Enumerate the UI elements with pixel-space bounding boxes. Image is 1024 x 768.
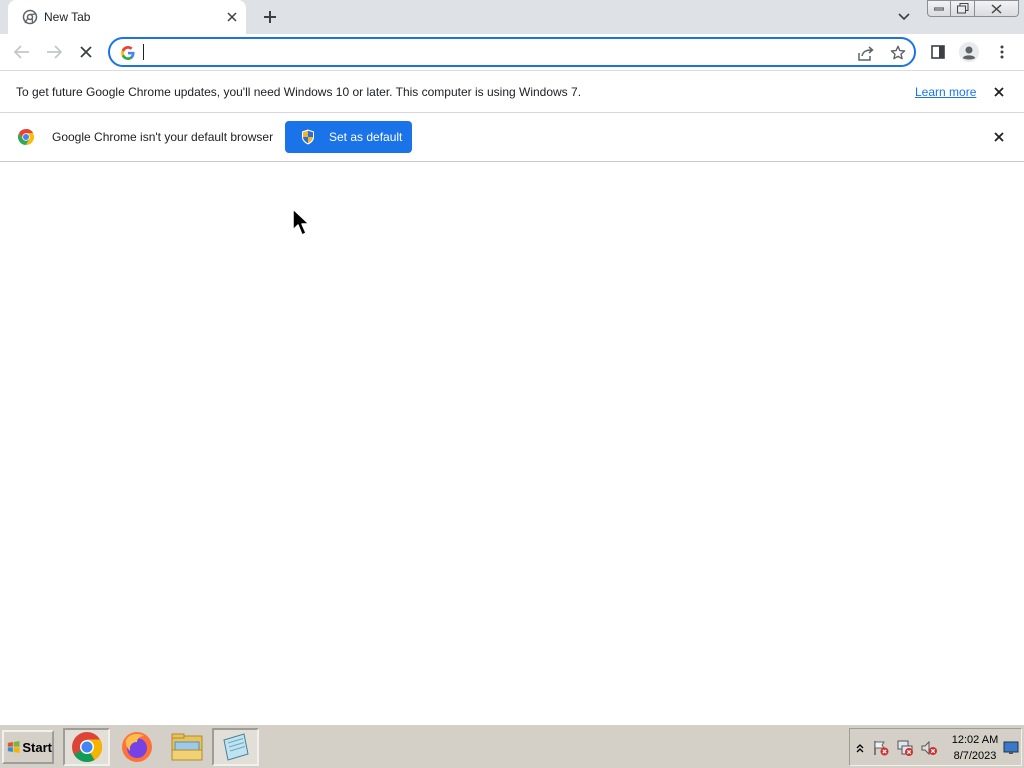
- taskbar-firefox-button[interactable]: [113, 728, 160, 766]
- show-hidden-icons-chevron-up-icon[interactable]: [851, 739, 869, 757]
- back-arrow-icon[interactable]: [10, 40, 34, 64]
- omnibox-input[interactable]: [142, 42, 842, 62]
- taskbar-explorer-button[interactable]: [163, 728, 210, 766]
- chrome-tab-favicon-icon: [22, 9, 38, 25]
- bookmark-star-icon[interactable]: [888, 43, 908, 63]
- minimize-button[interactable]: [927, 0, 951, 17]
- tab-strip: New Tab: [0, 0, 1024, 34]
- chrome-icon: [71, 732, 102, 763]
- stop-loading-icon[interactable]: [74, 40, 98, 64]
- side-panel-icon[interactable]: [926, 40, 950, 64]
- tab-new-tab[interactable]: New Tab: [8, 0, 246, 34]
- firefox-icon: [121, 732, 152, 762]
- network-icon[interactable]: [896, 739, 914, 757]
- clock-time[interactable]: 12:02 AM: [950, 734, 1000, 746]
- set-as-default-label: Set as default: [329, 130, 403, 144]
- browser-toolbar: [0, 34, 1024, 70]
- default-infobar-close-icon[interactable]: [990, 128, 1008, 146]
- tab-title: New Tab: [44, 10, 91, 24]
- default-browser-message: Google Chrome isn't your default browser: [52, 130, 274, 144]
- window-controls: [927, 0, 1019, 18]
- text-caret: [143, 44, 144, 60]
- uac-shield-icon: [302, 129, 314, 145]
- default-browser-infobar: Google Chrome isn't your default browser…: [0, 113, 1024, 162]
- start-button[interactable]: Start: [2, 730, 54, 764]
- start-label: Start: [22, 739, 52, 755]
- update-infobar: To get future Google Chrome updates, you…: [0, 70, 1024, 113]
- tab-search-chevron-down-icon[interactable]: [894, 7, 914, 27]
- window-close-button[interactable]: [975, 0, 1019, 17]
- google-g-icon: [121, 46, 135, 60]
- update-message: To get future Google Chrome updates, you…: [16, 85, 582, 99]
- file-explorer-icon: [171, 733, 202, 761]
- show-desktop-icon[interactable]: [1002, 739, 1020, 757]
- clock-date[interactable]: 8/7/2023: [950, 750, 1000, 762]
- share-icon[interactable]: [856, 43, 876, 63]
- set-as-default-button[interactable]: Set as default: [285, 121, 412, 153]
- more-menu-icon[interactable]: [990, 40, 1014, 64]
- profile-avatar-icon[interactable]: [957, 40, 981, 64]
- chrome-logo-icon: [17, 129, 35, 145]
- new-tab-plus-icon[interactable]: [258, 5, 282, 29]
- update-infobar-close-icon[interactable]: [990, 83, 1008, 101]
- restore-button[interactable]: [951, 0, 975, 17]
- address-bar[interactable]: [108, 37, 916, 67]
- forward-arrow-icon[interactable]: [42, 40, 66, 64]
- windows-flag-icon: [7, 741, 20, 753]
- notepad-icon: [222, 733, 249, 761]
- system-tray: 12:02 AM 8/7/2023: [849, 728, 1022, 766]
- mouse-pointer-icon: [292, 208, 310, 236]
- action-center-flag-icon[interactable]: [872, 739, 890, 757]
- volume-muted-icon[interactable]: [920, 739, 938, 757]
- taskbar-notepad-button[interactable]: [212, 728, 259, 766]
- learn-more-link[interactable]: Learn more: [915, 85, 976, 99]
- taskbar-chrome-button[interactable]: [63, 728, 110, 766]
- taskbar: Start 12:02 AM 8/7/2023: [0, 724, 1024, 768]
- page-content[interactable]: [0, 162, 1024, 724]
- tab-close-icon[interactable]: [224, 9, 240, 25]
